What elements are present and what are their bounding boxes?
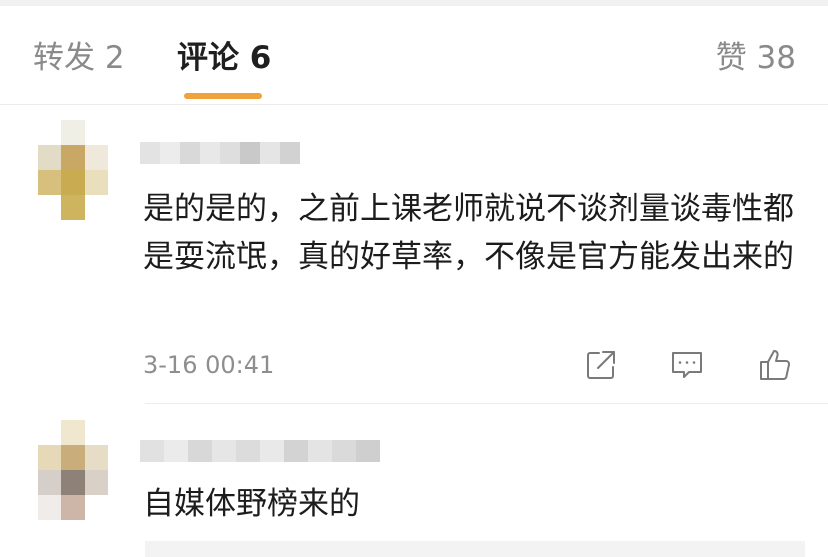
tab-likes[interactable]: 赞 38 [716, 38, 796, 78]
comment-text: 是的是的，之前上课老师就说不谈剂量谈毒性都是耍流氓，真的好草率，不像是官方能发出… [143, 191, 794, 275]
username-blurred[interactable] [140, 440, 380, 462]
reply-icon[interactable] [669, 347, 705, 383]
active-tab-indicator [184, 93, 262, 99]
avatar[interactable] [38, 420, 108, 520]
comment-timestamp: 3-16 00:41 [143, 351, 275, 379]
avatar[interactable] [38, 120, 108, 220]
comment-divider [145, 403, 828, 404]
comment-text: 自媒体野榜来的 [143, 486, 360, 522]
like-icon[interactable] [757, 347, 793, 383]
tab-repost[interactable]: 转发 2 [33, 38, 125, 78]
tab-bar: 转发 2 评论 6 赞 38 [0, 6, 828, 105]
tab-comments[interactable]: 评论 6 [177, 38, 271, 78]
share-icon[interactable] [583, 347, 619, 383]
next-item-edge [145, 541, 805, 557]
username-blurred[interactable] [140, 142, 300, 164]
